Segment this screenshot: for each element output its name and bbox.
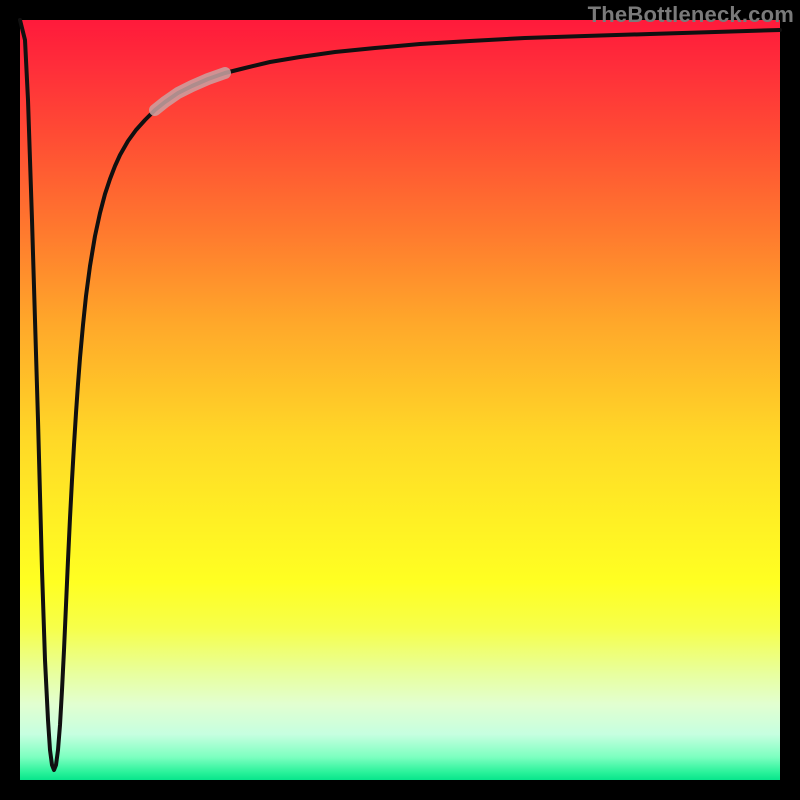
- curve-layer: [20, 20, 780, 780]
- curve-highlight: [155, 73, 225, 110]
- watermark-text: TheBottleneck.com: [588, 2, 794, 28]
- bottleneck-curve: [20, 20, 780, 770]
- chart-stage: TheBottleneck.com: [0, 0, 800, 800]
